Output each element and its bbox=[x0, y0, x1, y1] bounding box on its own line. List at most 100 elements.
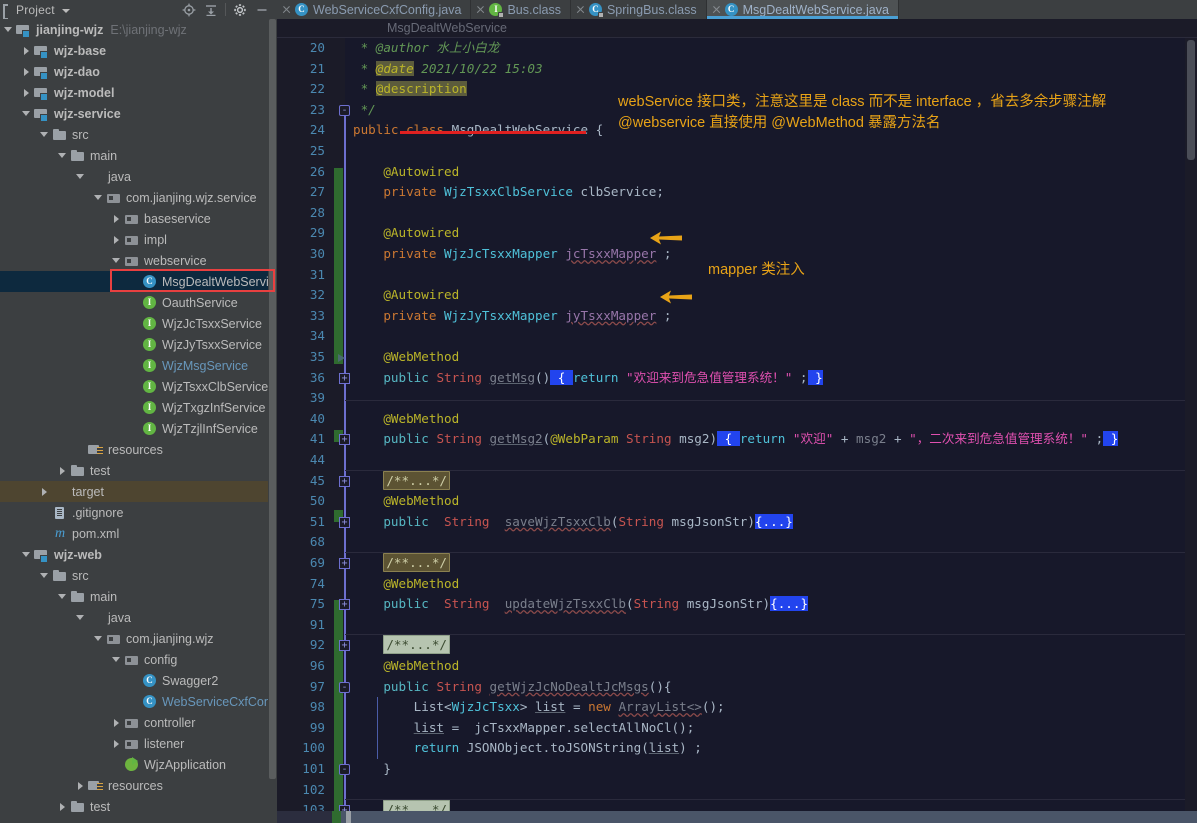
project-tree[interactable]: jianjing-wjz E:\jianjing-wjz wjz-base wjz-d… bbox=[0, 19, 268, 823]
tree-node-pom-xml[interactable]: pom.xml bbox=[0, 523, 268, 544]
code-line[interactable]: return JSONObject.toJSONString(list) ; bbox=[353, 738, 702, 759]
code-line[interactable]: @WebMethod bbox=[353, 574, 459, 595]
tree-node--gitignore[interactable]: .gitignore bbox=[0, 502, 268, 523]
code-line[interactable]: @Autowired bbox=[353, 162, 459, 183]
code-line[interactable]: } bbox=[353, 759, 391, 780]
code-line[interactable]: private WjzJyTsxxMapper jyTsxxMapper ; bbox=[353, 306, 671, 327]
editor-tab-bus-class[interactable]: Bus.class bbox=[471, 0, 571, 19]
code-line[interactable]: /**...*/ bbox=[353, 553, 451, 574]
tree-node-wjz-base[interactable]: wjz-base bbox=[0, 40, 268, 61]
tree-node-msgdealtwebservice[interactable]: MsgDealtWebService bbox=[0, 271, 268, 292]
expand-down-icon[interactable] bbox=[40, 130, 49, 139]
fold-expand-icon[interactable]: + bbox=[339, 599, 350, 611]
tree-node-impl[interactable]: impl bbox=[0, 229, 268, 250]
fold-collapse-icon[interactable]: - bbox=[339, 104, 350, 116]
editor-vertical-scrollbar[interactable] bbox=[1185, 38, 1197, 811]
tree-node-wjz-web[interactable]: wjz-web bbox=[0, 544, 268, 565]
code-line[interactable]: @WebMethod bbox=[353, 409, 459, 430]
tree-node-jianjing-wjz[interactable]: jianjing-wjz E:\jianjing-wjz bbox=[0, 19, 268, 40]
expand-right-icon[interactable] bbox=[58, 466, 67, 475]
tree-node-com-jianjing-wjz-service[interactable]: com.jianjing.wjz.service bbox=[0, 187, 268, 208]
expand-down-icon[interactable] bbox=[94, 193, 103, 202]
expand-down-icon[interactable] bbox=[76, 613, 85, 622]
code-line[interactable]: list = jcTsxxMapper.selectAllNoCl(); bbox=[353, 718, 695, 739]
tree-node-resources[interactable]: resources bbox=[0, 439, 268, 460]
expand-right-icon[interactable] bbox=[22, 67, 31, 76]
expand-down-icon[interactable] bbox=[4, 25, 13, 34]
code-line[interactable]: /**...*/ bbox=[353, 635, 451, 656]
expand-down-icon[interactable] bbox=[112, 655, 121, 664]
close-icon[interactable] bbox=[282, 5, 291, 14]
code-line[interactable]: * @description bbox=[353, 79, 467, 100]
expand-down-icon[interactable] bbox=[22, 550, 31, 559]
fold-expand-icon[interactable]: + bbox=[339, 434, 350, 446]
code-line[interactable]: List<WjzJcTsxx> list = new ArrayList<>()… bbox=[353, 697, 725, 718]
code-line[interactable]: * @author 水上小白龙 bbox=[353, 38, 500, 59]
code-line[interactable]: */ bbox=[353, 100, 376, 121]
editor-tab-webservicecxfconfig-java[interactable]: WebServiceCxfConfig.java bbox=[277, 0, 472, 19]
close-icon[interactable] bbox=[576, 5, 585, 14]
fold-expand-icon[interactable]: + bbox=[339, 475, 350, 487]
code-line[interactable]: * @date 2021/10/22 15:03 bbox=[353, 59, 543, 80]
fold-expand-icon[interactable]: + bbox=[339, 372, 350, 384]
code-line[interactable]: public String getWjzJcNoDealtJcMsgs(){ bbox=[353, 677, 671, 698]
tree-node-main[interactable]: main bbox=[0, 586, 268, 607]
gear-icon[interactable] bbox=[229, 0, 251, 19]
tree-node-src[interactable]: src bbox=[0, 565, 268, 586]
tree-node-main[interactable]: main bbox=[0, 145, 268, 166]
fold-expand-icon[interactable]: + bbox=[339, 558, 350, 569]
code-line[interactable]: public String getMsg() { return "欢迎来到危急值… bbox=[353, 368, 823, 389]
tree-node-wjz-dao[interactable]: wjz-dao bbox=[0, 61, 268, 82]
tree-node-wjzjctsxxservice[interactable]: WjzJcTsxxService bbox=[0, 313, 268, 334]
code-line[interactable]: public String saveWjzTsxxClb(String msgJ… bbox=[353, 512, 793, 533]
collapse-all-icon[interactable] bbox=[200, 0, 222, 19]
tree-node-webservice[interactable]: webservice bbox=[0, 250, 268, 271]
tree-node-wjzmsgservice[interactable]: WjzMsgService bbox=[0, 355, 268, 376]
locate-target-icon[interactable] bbox=[178, 0, 200, 19]
chevron-down-icon[interactable] bbox=[61, 8, 70, 13]
tree-node-wjz-model[interactable]: wjz-model bbox=[0, 82, 268, 103]
fold-collapse-icon[interactable]: - bbox=[339, 681, 350, 693]
editor-horizontal-scrollbar[interactable] bbox=[277, 811, 1197, 823]
tree-node-src[interactable]: src bbox=[0, 124, 268, 145]
tree-node-wjztsxxclbservice[interactable]: WjzTsxxClbService bbox=[0, 376, 268, 397]
tree-node-wjztxgzinfservice[interactable]: WjzTxgzInfService bbox=[0, 397, 268, 418]
tree-node-wjz-service[interactable]: wjz-service bbox=[0, 103, 268, 124]
tree-node-target[interactable]: target bbox=[0, 481, 268, 502]
tree-node-resources[interactable]: resources bbox=[0, 775, 268, 796]
expand-right-icon[interactable] bbox=[112, 739, 121, 748]
run-method-icon[interactable] bbox=[338, 354, 345, 362]
tree-node-controller[interactable]: controller bbox=[0, 712, 268, 733]
code-line[interactable]: @WebMethod bbox=[353, 491, 459, 512]
code-line[interactable]: @Autowired bbox=[353, 223, 459, 244]
expand-down-icon[interactable] bbox=[58, 151, 67, 160]
project-scrollbar-thumb[interactable] bbox=[269, 19, 276, 779]
expand-down-icon[interactable] bbox=[76, 172, 85, 181]
tree-node-baseservice[interactable]: baseservice bbox=[0, 208, 268, 229]
expand-right-icon[interactable] bbox=[40, 487, 49, 496]
code-line[interactable]: public String getMsg2(@WebParam String m… bbox=[353, 429, 1119, 450]
code-line[interactable]: @Autowired bbox=[353, 285, 459, 306]
tree-node-test[interactable]: test bbox=[0, 796, 268, 817]
tree-node-webservicecxfconfig[interactable]: WebServiceCxfConfig bbox=[0, 691, 268, 712]
fold-collapse-icon[interactable]: - bbox=[339, 764, 350, 775]
expand-down-icon[interactable] bbox=[94, 634, 103, 643]
expand-down-icon[interactable] bbox=[22, 109, 31, 118]
expand-right-icon[interactable] bbox=[58, 802, 67, 811]
expand-right-icon[interactable] bbox=[112, 214, 121, 223]
code-editor[interactable]: 20 * @author 水上小白龙 21 * @date 2021/10/22 … bbox=[277, 38, 1197, 823]
expand-right-icon[interactable] bbox=[76, 781, 85, 790]
tree-node-swagger2[interactable]: Swagger2 bbox=[0, 670, 268, 691]
expand-right-icon[interactable] bbox=[22, 46, 31, 55]
fold-expand-icon[interactable]: + bbox=[339, 640, 350, 652]
tree-node-wjzjytsxxservice[interactable]: WjzJyTsxxService bbox=[0, 334, 268, 355]
close-icon[interactable] bbox=[712, 5, 721, 14]
tree-node-listener[interactable]: listener bbox=[0, 733, 268, 754]
editor-tab-msgdealtwebservice-java[interactable]: MsgDealtWebService.java bbox=[706, 0, 899, 19]
code-line[interactable]: @WebMethod bbox=[353, 347, 459, 368]
expand-right-icon[interactable] bbox=[112, 235, 121, 244]
expand-down-icon[interactable] bbox=[40, 571, 49, 580]
project-scrollbar[interactable] bbox=[268, 19, 277, 823]
tree-node-wjztzjlinfservice[interactable]: WjzTzjlInfService bbox=[0, 418, 268, 439]
expand-down-icon[interactable] bbox=[112, 256, 121, 265]
